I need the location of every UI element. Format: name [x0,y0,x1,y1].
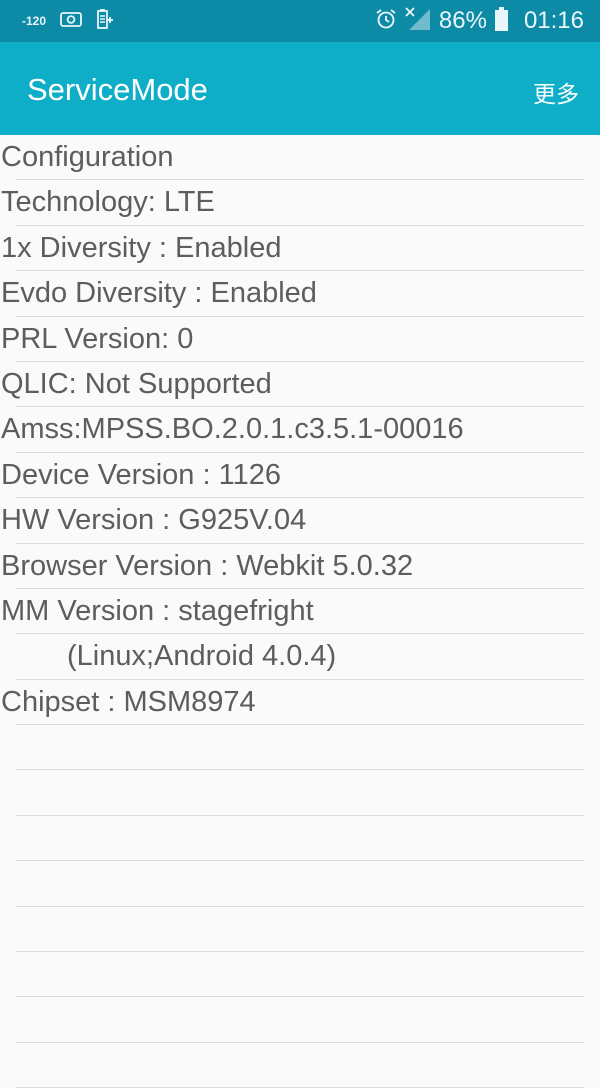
battery-saver-icon [96,8,114,35]
list-item[interactable]: Configuration [0,135,600,181]
list-item-text: MM Version : stagefright [1,594,314,627]
list-item[interactable]: MM Version : stagefright [0,589,600,635]
list-item[interactable]: Amss:MPSS.BO.2.0.1.c3.5.1-00016 [0,407,600,453]
list-item[interactable] [0,952,600,998]
list-item-text: Amss:MPSS.BO.2.0.1.c3.5.1-00016 [1,413,464,446]
clock-time: 01:16 [523,7,584,34]
list-item-text: HW Version : G925V.04 [1,504,307,537]
battery-icon [494,6,508,36]
list-item-text: Configuration [1,141,174,173]
list-item[interactable] [0,816,600,862]
list-item[interactable]: Chipset : MSM8974 [0,680,600,726]
list-item[interactable] [0,907,600,953]
list-item[interactable] [0,770,600,816]
more-menu-button[interactable]: 更多 [533,75,579,109]
status-right-group: 86% 01:16 [375,0,584,42]
list-item-text: (Linux;Android 4.0.4) [67,640,337,673]
list-item[interactable] [0,1043,600,1088]
list-item-text: Browser Version : Webkit 5.0.32 [1,549,414,582]
battery-percent: 86% [438,7,487,34]
list-item-text: 1x Diversity : Enabled [1,231,282,264]
list-item[interactable]: Device Version : 1126 [0,453,600,499]
list-item[interactable] [0,861,600,907]
list-item[interactable]: (Linux;Android 4.0.4) [0,634,600,680]
list-item[interactable]: Technology: LTE [0,180,600,226]
list-item-text: PRL Version: 0 [1,322,194,355]
list-item-text: Chipset : MSM8974 [1,685,256,718]
list-item[interactable]: QLIC: Not Supported [0,362,600,408]
app-title: ServiceMode [27,72,208,107]
list-item[interactable]: Browser Version : Webkit 5.0.32 [0,544,600,589]
status-bar: -120 86% 01:16 [0,0,600,42]
list-item[interactable]: 1x Diversity : Enabled [0,226,600,272]
list-item-text: Technology: LTE [1,186,215,219]
signal-strength-text: -120 [22,14,47,28]
list-item-text: QLIC: Not Supported [1,367,272,400]
list-item-text: Evdo Diversity : Enabled [1,277,317,310]
list-item[interactable] [0,725,600,771]
app-bar: ServiceMode 更多 [0,42,600,135]
status-left-group: -120 [22,0,114,42]
list-item[interactable]: Evdo Diversity : Enabled [0,271,600,317]
alarm-icon [375,8,397,35]
list-item[interactable]: PRL Version: 0 [0,317,600,362]
list-item[interactable]: HW Version : G925V.04 [0,498,600,544]
list-item[interactable] [0,997,600,1043]
screenshot-icon [60,11,82,32]
no-signal-icon [405,6,431,36]
list-item-text: Device Version : 1126 [1,458,281,491]
info-list[interactable]: Configuration Technology: LTE 1x Diversi… [0,135,600,1088]
